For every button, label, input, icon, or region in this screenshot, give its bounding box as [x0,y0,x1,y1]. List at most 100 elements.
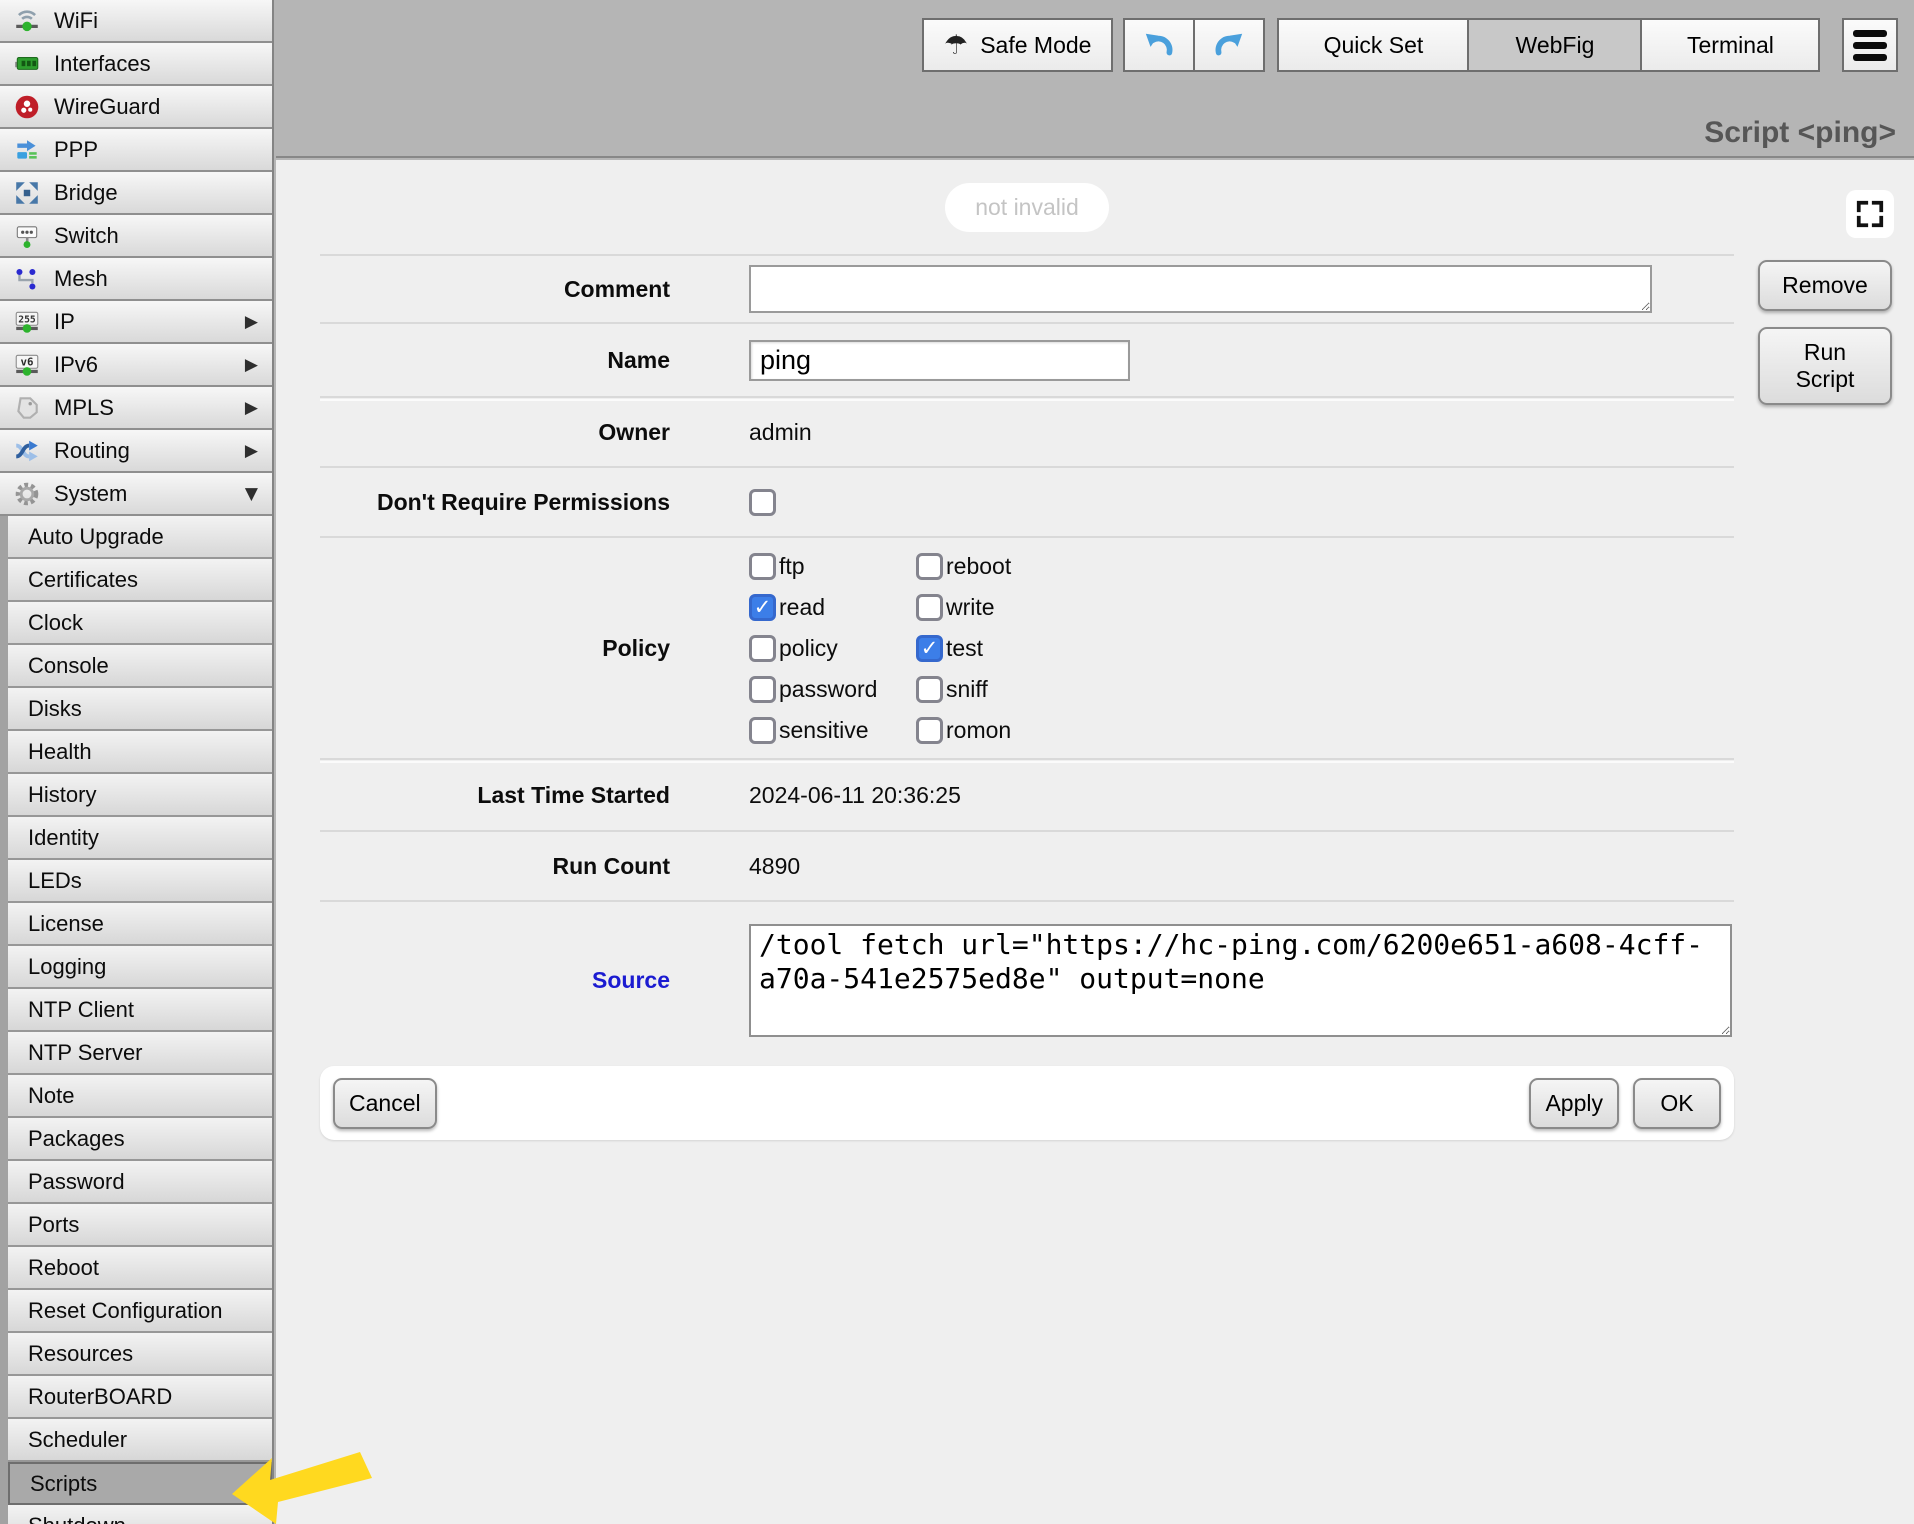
name-label: Name [320,347,670,374]
svg-text:255: 255 [18,314,36,325]
sidebar-subitem-history[interactable]: History [8,774,272,817]
checkbox-unchecked-icon[interactable] [916,594,943,621]
redo-button[interactable] [1193,18,1265,72]
toolbar: ☂ Safe Mode Quick Set WebFig Terminal [922,18,1898,72]
source-input[interactable]: /tool fetch url="https://hc-ping.com/620… [749,924,1732,1037]
last-time-started-row: Last Time Started 2024-06-11 20:36:25 [320,758,1734,830]
comment-input[interactable] [749,265,1652,313]
sidebar-subitem-certificates[interactable]: Certificates [8,559,272,602]
sidebar-subitem-ports[interactable]: Ports [8,1204,272,1247]
policy-policy-checkbox[interactable]: policy [749,635,916,662]
tab-webfig[interactable]: WebFig [1467,18,1642,72]
sidebar-subitem-health[interactable]: Health [8,731,272,774]
undo-redo-group [1123,18,1265,72]
checkbox-unchecked-icon[interactable] [916,717,943,744]
owner-label: Owner [320,419,670,446]
sidebar-item-label: IP [54,309,75,335]
sidebar-subitem-reset-configuration[interactable]: Reset Configuration [8,1290,272,1333]
sidebar-subitem-clock[interactable]: Clock [8,602,272,645]
policy-column: reboot write ✓test sniff romon [916,553,1083,744]
sidebar-subitem-auto-upgrade[interactable]: Auto Upgrade [8,516,272,559]
undo-button[interactable] [1123,18,1195,72]
checkbox-checked-icon[interactable]: ✓ [916,635,943,662]
policy-option-label: test [946,635,983,662]
hamburger-icon [1853,30,1887,37]
sidebar-item-wifi[interactable]: WiFi [0,0,272,43]
tab-quick-set[interactable]: Quick Set [1277,18,1469,72]
sidebar-item-system[interactable]: System▼ [0,473,272,516]
sidebar-subitem-label: Reset Configuration [28,1298,222,1324]
policy-sniff-checkbox[interactable]: sniff [916,676,1083,703]
redo-icon [1213,29,1245,61]
checkbox-unchecked-icon[interactable] [916,676,943,703]
policy-test-checkbox[interactable]: ✓test [916,635,1083,662]
sidebar-subitem-console[interactable]: Console [8,645,272,688]
sidebar-item-ip[interactable]: 255 IP ▶ [0,301,272,344]
chevron-right-icon: ▶ [245,312,258,332]
policy-row: Policy ftp✓readpolicypasswordsensitivere… [320,536,1734,758]
sidebar-subitem-disks[interactable]: Disks [8,688,272,731]
sidebar-subitem-ntp-client[interactable]: NTP Client [8,989,272,1032]
checkbox-unchecked-icon[interactable] [749,553,776,580]
undo-icon [1143,29,1175,61]
sidebar-subitem-license[interactable]: License [8,903,272,946]
run-script-button[interactable]: Run Script [1758,327,1892,405]
owner-row: Owner admin [320,396,1734,466]
dont-require-permissions-checkbox[interactable] [749,489,776,516]
sidebar-subitem-label: Resources [28,1341,133,1367]
sidebar: WiFi Interfaces WireGuard PPP Bridge SwitchMe… [0,0,274,1524]
checkbox-unchecked-icon[interactable] [749,635,776,662]
sidebar-item-mesh[interactable]: Mesh [0,258,272,301]
safe-mode-button[interactable]: ☂ Safe Mode [922,18,1113,72]
ok-button[interactable]: OK [1633,1078,1721,1129]
sidebar-item-ipv6[interactable]: v6IPv6▶ [0,344,272,387]
sidebar-item-label: Bridge [54,180,118,206]
name-input[interactable] [749,340,1130,381]
sidebar-subitem-password[interactable]: Password [8,1161,272,1204]
policy-reboot-checkbox[interactable]: reboot [916,553,1083,580]
sidebar-subitem-ntp-server[interactable]: NTP Server [8,1032,272,1075]
sidebar-subitem-identity[interactable]: Identity [8,817,272,860]
hamburger-menu-button[interactable] [1842,18,1898,72]
sidebar-item-bridge[interactable]: Bridge [0,172,272,215]
page-title: Script <ping> [1704,116,1896,150]
sidebar-subitem-packages[interactable]: Packages [8,1118,272,1161]
policy-read-checkbox[interactable]: ✓read [749,594,916,621]
policy-password-checkbox[interactable]: password [749,676,916,703]
run-count-label: Run Count [320,853,670,880]
policy-ftp-checkbox[interactable]: ftp [749,553,916,580]
checkbox-unchecked-icon[interactable] [749,717,776,744]
sidebar-subitem-leds[interactable]: LEDs [8,860,272,903]
sidebar-subitem-note[interactable]: Note [8,1075,272,1118]
policy-sensitive-checkbox[interactable]: sensitive [749,717,916,744]
policy-checkbox-grid: ftp ✓read policy password sensitive reboot wri… [749,553,1083,744]
sidebar-subitem-routerboard[interactable]: RouterBOARD [8,1376,272,1419]
source-row: Source /tool fetch url="https://hc-ping.… [320,900,1734,1058]
dont-require-permissions-label: Don't Require Permissions [320,489,670,516]
remove-button[interactable]: Remove [1758,260,1892,311]
sidebar-subitem-logging[interactable]: Logging [8,946,272,989]
checkbox-unchecked-icon[interactable] [749,676,776,703]
sidebar-subitem-reboot[interactable]: Reboot [8,1247,272,1290]
checkbox-checked-icon[interactable]: ✓ [749,594,776,621]
cancel-button[interactable]: Cancel [333,1078,437,1129]
sidebar-subitem-resources[interactable]: Resources [8,1333,272,1376]
sidebar-item-mpls[interactable]: MPLS▶ [0,387,272,430]
sidebar-item-label: Interfaces [54,51,151,77]
sidebar-item-ppp[interactable]: PPP [0,129,272,172]
sidebar-subitem-label: NTP Server [28,1040,143,1066]
sidebar-subitem-label: Scheduler [28,1427,127,1453]
sidebar-item-interfaces[interactable]: Interfaces [0,43,272,86]
comment-row: Comment [320,254,1734,322]
dont-require-permissions-row: Don't Require Permissions [320,466,1734,536]
sidebar-item-label: PPP [54,137,98,163]
checkbox-unchecked-icon[interactable] [916,553,943,580]
tab-terminal[interactable]: Terminal [1640,18,1820,72]
sidebar-item-wireguard[interactable]: WireGuard [0,86,272,129]
apply-button[interactable]: Apply [1529,1078,1619,1129]
policy-write-checkbox[interactable]: write [916,594,1083,621]
sidebar-item-routing[interactable]: Routing▶ [0,430,272,473]
policy-romon-checkbox[interactable]: romon [916,717,1083,744]
sidebar-item-switch[interactable]: Switch [0,215,272,258]
fullscreen-button[interactable] [1846,190,1894,238]
